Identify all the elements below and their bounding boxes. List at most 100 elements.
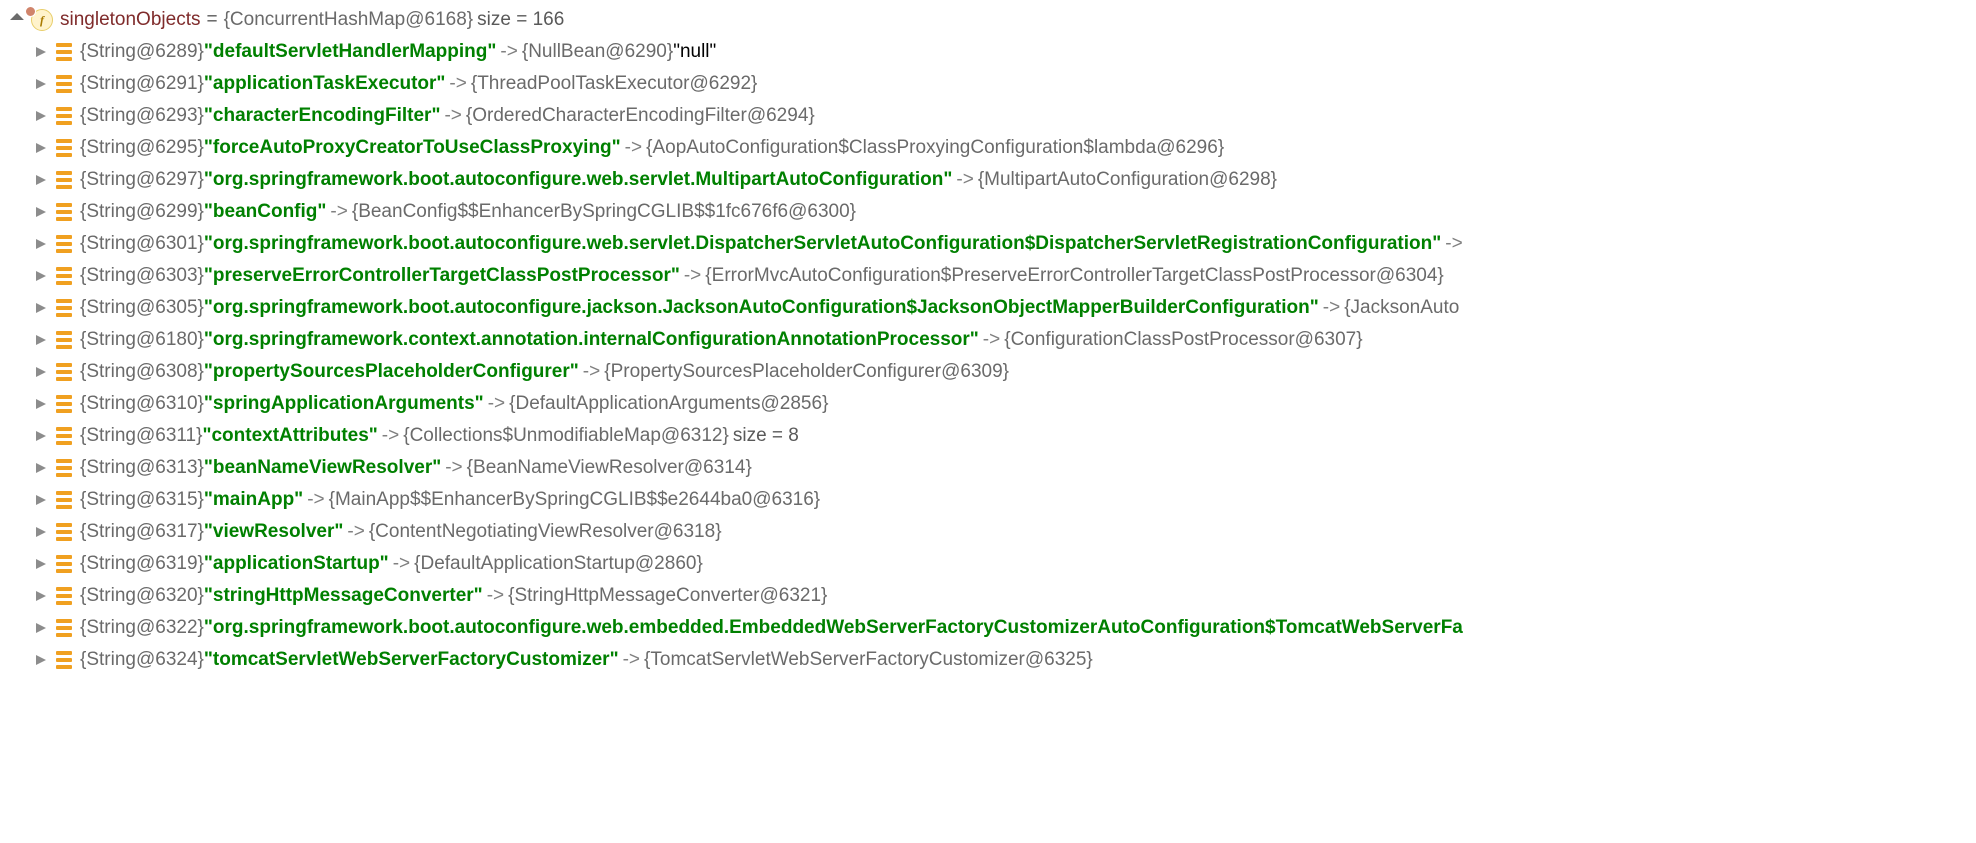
entry-value-type: {Collections$UnmodifiableMap@6312} (403, 420, 729, 452)
entry-value-type: {BeanNameViewResolver@6314} (467, 452, 752, 484)
entry-key: "propertySourcesPlaceholderConfigurer" (204, 356, 579, 388)
entry-key-type: {String@6291} (80, 68, 204, 100)
map-entry-row[interactable]: {String@6320} "stringHttpMessageConverte… (0, 580, 1976, 612)
entry-key: "org.springframework.boot.autoconfigure.… (204, 612, 1463, 644)
map-entry-row[interactable]: {String@6297} "org.springframework.boot.… (0, 164, 1976, 196)
map-entry-row[interactable]: {String@6289} "defaultServletHandlerMapp… (0, 36, 1976, 68)
entry-key: "org.springframework.boot.autoconfigure.… (204, 164, 952, 196)
entry-value-type: {ContentNegotiatingViewResolver@6318} (369, 516, 722, 548)
map-entry-icon (54, 74, 74, 94)
map-entry-icon (54, 586, 74, 606)
entry-value-type: {MainApp$$EnhancerBySpringCGLIB$$e2644ba… (329, 484, 821, 516)
equals-text: = (206, 4, 217, 36)
map-entry-row[interactable]: {String@6310} "springApplicationArgument… (0, 388, 1976, 420)
map-entry-row[interactable]: {String@6319} "applicationStartup" -> {D… (0, 548, 1976, 580)
entry-key-type: {String@6315} (80, 484, 204, 516)
variable-root-row[interactable]: f singletonObjects = {ConcurrentHashMap@… (0, 4, 1976, 36)
chevron-right-icon[interactable] (30, 431, 52, 441)
chevron-right-icon[interactable] (30, 399, 52, 409)
entry-key: "tomcatServletWebServerFactoryCustomizer… (204, 644, 619, 676)
entry-arrow: -> (444, 100, 461, 132)
chevron-right-icon[interactable] (30, 591, 52, 601)
chevron-right-icon[interactable] (30, 207, 52, 217)
entry-key: "org.springframework.context.annotation.… (204, 324, 979, 356)
map-entry-row[interactable]: {String@6315} "mainApp" -> {MainApp$$Enh… (0, 484, 1976, 516)
entry-key-type: {String@6293} (80, 100, 204, 132)
entry-size: size = 8 (733, 420, 799, 452)
map-entry-row[interactable]: {String@6322} "org.springframework.boot.… (0, 612, 1976, 644)
map-entry-row[interactable]: {String@6324} "tomcatServletWebServerFac… (0, 644, 1976, 676)
entry-key: "applicationStartup" (204, 548, 389, 580)
map-entry-row[interactable]: {String@6308} "propertySourcesPlaceholde… (0, 356, 1976, 388)
entry-value-type: {NullBean@6290} (522, 36, 673, 68)
entry-arrow: -> (382, 420, 399, 452)
chevron-right-icon[interactable] (30, 143, 52, 153)
entry-arrow: -> (623, 644, 640, 676)
entry-key: "defaultServletHandlerMapping" (204, 36, 497, 68)
entry-arrow: -> (487, 580, 504, 612)
entry-value-type: {StringHttpMessageConverter@6321} (508, 580, 827, 612)
entry-key: "mainApp" (204, 484, 303, 516)
map-entry-row[interactable]: {String@6295} "forceAutoProxyCreatorToUs… (0, 132, 1976, 164)
map-entry-row[interactable]: {String@6305} "org.springframework.boot.… (0, 292, 1976, 324)
chevron-right-icon[interactable] (30, 79, 52, 89)
entry-key-type: {String@6308} (80, 356, 204, 388)
entry-arrow: -> (956, 164, 973, 196)
map-entry-row[interactable]: {String@6311} "contextAttributes" -> {Co… (0, 420, 1976, 452)
entry-arrow: -> (347, 516, 364, 548)
map-entry-row[interactable]: {String@6299} "beanConfig" -> {BeanConfi… (0, 196, 1976, 228)
chevron-right-icon[interactable] (30, 303, 52, 313)
chevron-down-icon[interactable] (6, 15, 28, 25)
map-entry-icon (54, 618, 74, 638)
entry-arrow: -> (330, 196, 347, 228)
chevron-right-icon[interactable] (30, 463, 52, 473)
entry-key: "beanNameViewResolver" (204, 452, 441, 484)
chevron-right-icon[interactable] (30, 559, 52, 569)
entry-key-type: {String@6303} (80, 260, 204, 292)
map-entry-icon (54, 298, 74, 318)
map-entry-row[interactable]: {String@6317} "viewResolver" -> {Content… (0, 516, 1976, 548)
chevron-right-icon[interactable] (30, 175, 52, 185)
chevron-right-icon[interactable] (30, 47, 52, 57)
variable-name: singletonObjects (60, 4, 200, 36)
chevron-right-icon[interactable] (30, 367, 52, 377)
map-entry-icon (54, 490, 74, 510)
entry-arrow: -> (488, 388, 505, 420)
entry-arrow: -> (449, 68, 466, 100)
map-entry-row[interactable]: {String@6301} "org.springframework.boot.… (0, 228, 1976, 260)
variable-value-type: {ConcurrentHashMap@6168} (224, 4, 474, 36)
entry-key: "characterEncodingFilter" (204, 100, 441, 132)
entry-key: "contextAttributes" (202, 420, 377, 452)
entry-key: "beanConfig" (204, 196, 327, 228)
entry-value-type: {OrderedCharacterEncodingFilter@6294} (466, 100, 815, 132)
entry-key-type: {String@6317} (80, 516, 204, 548)
chevron-right-icon[interactable] (30, 623, 52, 633)
entry-key-type: {String@6313} (80, 452, 204, 484)
entry-key-type: {String@6311} (80, 420, 202, 452)
entry-value-type: {AopAutoConfiguration$ClassProxyingConfi… (646, 132, 1224, 164)
chevron-right-icon[interactable] (30, 335, 52, 345)
entry-key-type: {String@6289} (80, 36, 204, 68)
chevron-right-icon[interactable] (30, 239, 52, 249)
entry-key: "org.springframework.boot.autoconfigure.… (204, 228, 1441, 260)
chevron-right-icon[interactable] (30, 111, 52, 121)
entry-arrow: -> (625, 132, 642, 164)
map-entry-icon (54, 234, 74, 254)
chevron-right-icon[interactable] (30, 655, 52, 665)
chevron-right-icon[interactable] (30, 271, 52, 281)
chevron-right-icon[interactable] (30, 495, 52, 505)
map-entry-row[interactable]: {String@6303} "preserveErrorControllerTa… (0, 260, 1976, 292)
map-entry-icon (54, 394, 74, 414)
map-entry-row[interactable]: {String@6313} "beanNameViewResolver" -> … (0, 452, 1976, 484)
entry-value-type: {BeanConfig$$EnhancerBySpringCGLIB$$1fc6… (352, 196, 856, 228)
entry-value-type: {ThreadPoolTaskExecutor@6292} (471, 68, 758, 100)
entry-value-type: {DefaultApplicationStartup@2860} (414, 548, 703, 580)
entry-key-type: {String@6299} (80, 196, 204, 228)
entry-key: "org.springframework.boot.autoconfigure.… (204, 292, 1319, 324)
entry-key: "preserveErrorControllerTargetClassPostP… (204, 260, 680, 292)
map-entry-row[interactable]: {String@6180} "org.springframework.conte… (0, 324, 1976, 356)
chevron-right-icon[interactable] (30, 527, 52, 537)
entry-key-type: {String@6319} (80, 548, 204, 580)
map-entry-row[interactable]: {String@6291} "applicationTaskExecutor" … (0, 68, 1976, 100)
map-entry-row[interactable]: {String@6293} "characterEncodingFilter" … (0, 100, 1976, 132)
